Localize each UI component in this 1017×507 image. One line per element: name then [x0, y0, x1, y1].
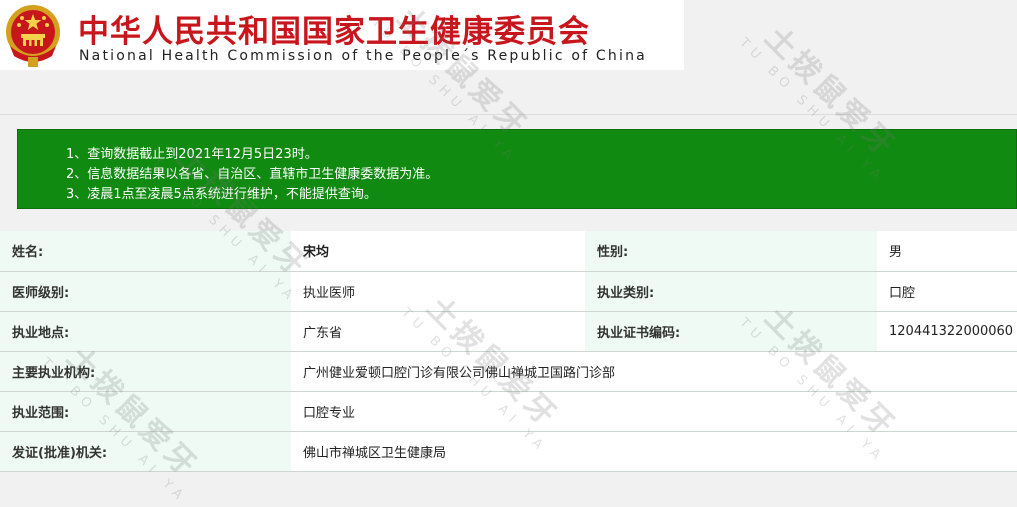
cert-number-value: 120441322000060 — [877, 311, 1017, 352]
scope-value: 口腔专业 — [291, 391, 1017, 432]
category-label: 执业类别: — [585, 271, 877, 312]
location-label: 执业地点: — [0, 311, 291, 352]
category-value: 口腔 — [877, 271, 1017, 312]
name-value: 宋均 — [291, 231, 585, 272]
notice-line: 1、查询数据截止到2021年12月5日23时。 — [66, 147, 318, 162]
notice-line: 2、信息数据结果以各省、自治区、直辖市卫生健康委数据为准。 — [66, 167, 439, 182]
gender-label: 性别: — [585, 231, 877, 272]
level-label: 医师级别: — [0, 271, 291, 312]
scope-label: 执业范围: — [0, 391, 291, 432]
header-divider — [0, 114, 1017, 115]
table-row: 医师级别: 执业医师 执业类别: 口腔 — [0, 271, 1017, 312]
table-row: 执业地点: 广东省 执业证书编码: 120441322000060 — [0, 311, 1017, 352]
issuer-value: 佛山市禅城区卫生健康局 — [291, 431, 1017, 472]
doctor-info-table: 姓名: 宋均 性别: 男 医师级别: 执业医师 执业类别: 口腔 执业地点: 广… — [0, 231, 1017, 472]
org-value: 广州健业爱顿口腔门诊有限公司佛山禅城卫国路门诊部 — [291, 351, 1017, 392]
site-header: 中华人民共和国国家卫生健康委员会 National Health Commiss… — [0, 0, 684, 70]
table-row: 发证(批准)机关: 佛山市禅城区卫生健康局 — [0, 431, 1017, 472]
site-title-en: National Health Commission of the People… — [79, 48, 647, 64]
table-row: 主要执业机构: 广州健业爱顿口腔门诊有限公司佛山禅城卫国路门诊部 — [0, 351, 1017, 392]
notice-line: 3、凌晨1点至凌晨5点系统进行维护，不能提供查询。 — [66, 187, 377, 202]
level-value: 执业医师 — [291, 271, 585, 312]
national-emblem-icon — [6, 5, 60, 67]
name-label: 姓名: — [0, 231, 291, 272]
issuer-label: 发证(批准)机关: — [0, 431, 291, 472]
site-title-cn: 中华人民共和国国家卫生健康委员会 — [78, 14, 590, 50]
notice-banner: 1、查询数据截止到2021年12月5日23时。 2、信息数据结果以各省、自治区、… — [17, 129, 1017, 209]
cert-number-label: 执业证书编码: — [585, 311, 877, 352]
table-row: 姓名: 宋均 性别: 男 — [0, 231, 1017, 272]
location-value: 广东省 — [291, 311, 585, 352]
gender-value: 男 — [877, 231, 1017, 272]
table-row: 执业范围: 口腔专业 — [0, 391, 1017, 432]
org-label: 主要执业机构: — [0, 351, 291, 392]
